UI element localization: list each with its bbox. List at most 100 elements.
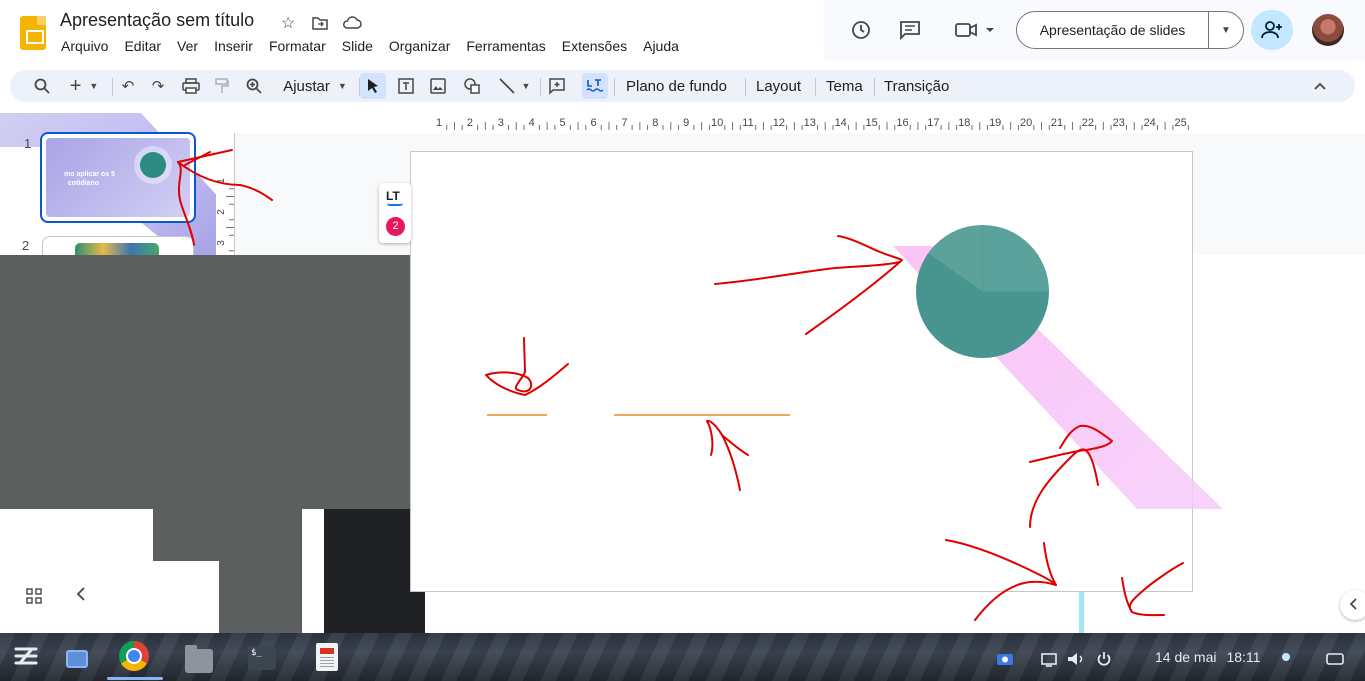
menu-extensoes[interactable]: Extensões [554,36,635,56]
cloud-icon[interactable] [340,12,364,34]
slide-thumbnail-1[interactable]: mo aplicar os 5 cotidiano [40,132,196,223]
ruler-tick-label: 22 [1082,117,1094,129]
zoom-icon[interactable] [242,73,266,99]
vertical-ruler[interactable]: 1 2 3 [216,133,235,267]
star-icon[interactable]: ☆ [276,12,300,34]
ruler-tick-label: 25 [1174,117,1186,129]
search-menus-icon[interactable] [30,73,54,99]
decorative-line [1079,592,1084,633]
menu-ferramentas[interactable]: Ferramentas [458,36,553,56]
ruler-tick-label: 1 [436,117,442,129]
menu-ver[interactable]: Ver [169,36,206,56]
ruler-tick-label: 2 [467,117,473,129]
new-slide-button[interactable]: + ▼ [64,73,104,99]
redo-icon[interactable]: ↷ [146,73,170,99]
document-viewer-icon[interactable] [316,643,338,671]
ruler-tick-label: 7 [621,117,627,129]
camera-icon[interactable] [952,18,996,42]
launcher-icon[interactable] [12,643,40,669]
chevron-up-icon[interactable] [1308,73,1332,99]
ruler-tick-label: 18 [958,117,970,129]
add-person-icon[interactable] [1251,10,1293,50]
ruler-tick-label: 3 [216,240,227,246]
transition-button[interactable]: Transição [876,73,957,99]
document-title[interactable]: Apresentação sem título [60,10,254,31]
ruler-tick-label: 1 [216,178,227,184]
print-icon[interactable] [178,73,204,99]
grid-view-icon[interactable] [26,588,44,606]
terminal-icon[interactable]: $_ [248,644,276,672]
slide-number: 1 [24,136,32,151]
ruler-tick-label: 6 [590,117,596,129]
thumbnail-text: mo aplicar os 5 cotidiano [64,171,115,187]
background-window-region [302,509,324,633]
canvas-side-area [1193,255,1365,633]
add-comment-icon[interactable] [544,73,570,99]
chevron-left-icon[interactable] [76,586,90,606]
ruler-tick-label: 15 [865,117,877,129]
select-tool-icon[interactable] [360,73,386,99]
menu-editar[interactable]: Editar [116,36,169,56]
menu-slide[interactable]: Slide [334,36,381,56]
shape-icon[interactable] [460,73,484,99]
ruler-tick-label: 9 [683,117,689,129]
menu-formatar[interactable]: Formatar [261,36,334,56]
history-icon[interactable] [848,18,874,42]
line-tool-icon[interactable]: ▼ [494,73,534,99]
languagetool-logo-icon: LT [386,189,400,203]
display-icon[interactable] [1040,645,1058,673]
chrome-icon[interactable] [119,641,149,671]
placeholder-line[interactable] [614,414,790,416]
status-indicator-icon[interactable] [1282,643,1290,671]
zoom-label: Ajustar [283,77,330,95]
slideshow-label[interactable]: Apresentação de slides [1017,12,1209,48]
side-panel-toggle-icon[interactable] [1340,590,1365,620]
background-button[interactable]: Plano de fundo [618,73,735,99]
ruler-tick-label: 2 [216,209,227,215]
menu-ajuda[interactable]: Ajuda [635,36,687,56]
volume-icon[interactable] [1066,645,1086,673]
avatar[interactable] [1312,14,1344,46]
transition-label: Transição [884,77,950,95]
issue-count-badge[interactable]: 2 [386,217,405,236]
text-box-icon[interactable] [394,73,418,99]
slideshow-button[interactable]: Apresentação de slides ▼ [1016,11,1244,49]
files-icon[interactable] [185,645,213,675]
ruler-tick-label: 20 [1020,117,1032,129]
placeholder-line[interactable] [487,414,547,416]
slides-logo-icon[interactable] [20,16,46,50]
power-icon[interactable] [1096,645,1112,673]
comment-icon[interactable] [897,18,923,42]
languagetool-toolbar-icon[interactable] [582,73,608,99]
undo-icon[interactable]: ↶ [116,73,140,99]
window-switcher-icon[interactable] [1325,645,1345,673]
theme-button[interactable]: Tema [818,73,871,99]
layout-button[interactable]: Layout [748,73,809,99]
title-actions: ☆ [276,12,364,34]
menu-organizar[interactable]: Organizar [381,36,458,56]
active-app-indicator [107,677,163,680]
screen-record-icon[interactable] [996,645,1014,673]
ruler-tick-label: 11 [742,117,753,129]
ruler-tick-label: 3 [498,117,504,129]
ruler-tick-label: 16 [896,117,908,129]
languagetool-panel[interactable]: LT 2 [379,183,411,243]
paint-format-icon[interactable] [210,73,234,99]
horizontal-ruler[interactable]: 1 2 3 4 5 6 7 8 9 10 11 12 13 14 15 16 17 18 19 20 21 22 23 24 2… [410,113,1193,133]
slideshow-dropdown-icon[interactable]: ▼ [1209,25,1243,36]
menu-bar: Arquivo Editar Ver Inserir Formatar Slid… [53,36,687,56]
date-time[interactable]: 14 de mai 18:11 [1155,643,1260,671]
overview-icon[interactable] [66,645,88,673]
image-icon[interactable] [426,73,450,99]
zoom-select[interactable]: Ajustar ▼ [270,73,352,99]
theme-label: Tema [826,77,863,95]
google-slides-window: Apresentação sem título ☆ Arquivo Editar… [0,0,1365,681]
pie-shape[interactable] [916,225,1049,358]
toolbar: + ▼ ↶ ↷ Ajustar ▼ ▼ Plano de fundo Layou… [10,70,1355,102]
menu-inserir[interactable]: Inserir [206,36,261,56]
menu-arquivo[interactable]: Arquivo [53,36,116,56]
slide-number: 2 [22,238,30,253]
ruler-tick-label: 4 [529,117,535,129]
folder-move-icon[interactable] [308,12,332,34]
ruler-tick-label: 14 [835,117,847,129]
